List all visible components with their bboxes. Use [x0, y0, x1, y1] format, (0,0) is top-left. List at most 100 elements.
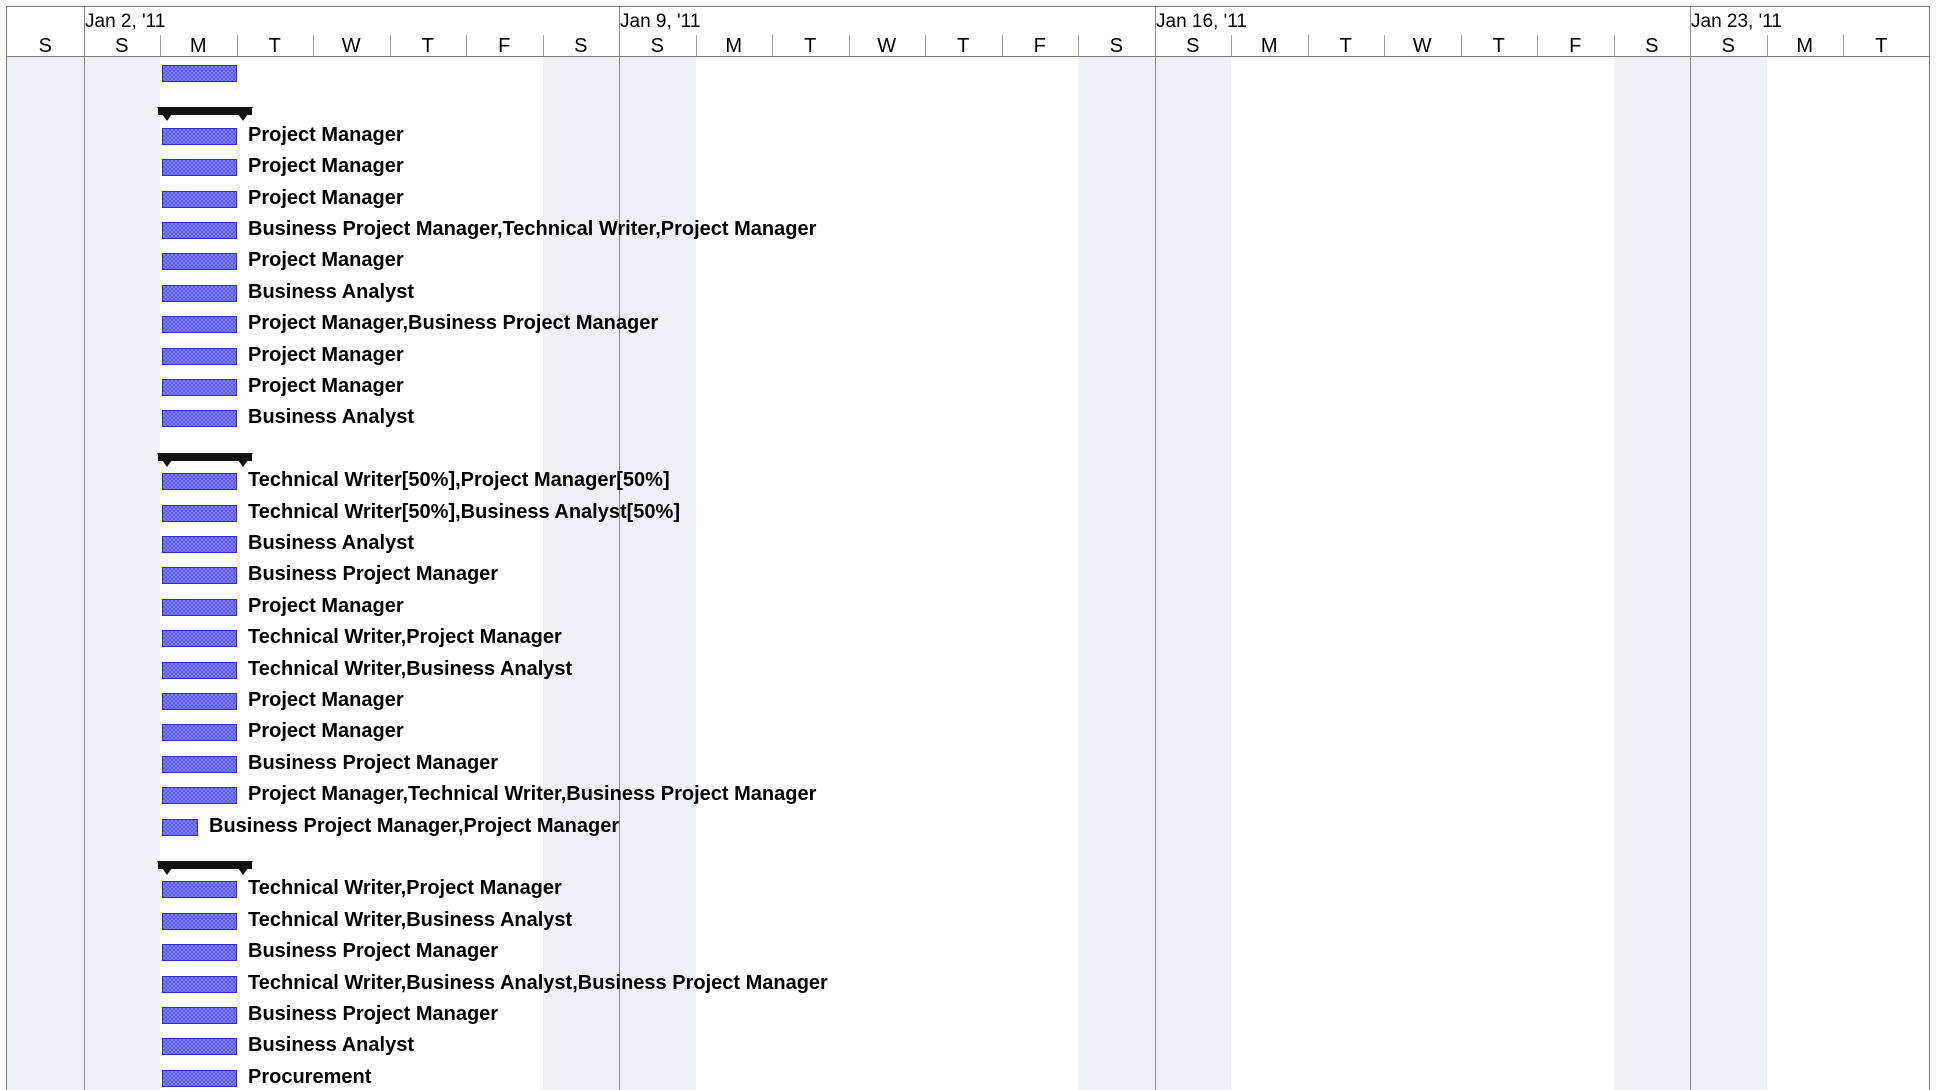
resource-label: Business Project Manager — [248, 751, 499, 774]
task-bar[interactable] — [162, 598, 237, 616]
task-bar[interactable] — [162, 504, 237, 522]
weekend-shading — [1078, 57, 1155, 1090]
task-bar[interactable] — [162, 473, 237, 491]
task-bar[interactable] — [162, 536, 237, 553]
task-bar[interactable] — [162, 818, 198, 836]
day-divider — [160, 35, 161, 57]
day-divider — [1537, 35, 1538, 57]
task-bar[interactable] — [162, 410, 237, 428]
day-label: M — [189, 35, 207, 57]
resource-label: Business Project Manager,Project Manager — [209, 814, 620, 837]
day-divider — [466, 35, 467, 57]
task-bar[interactable] — [162, 379, 237, 396]
resource-label: Business Analyst — [248, 532, 414, 554]
resource-label: Technical Writer,Business Analyst — [248, 657, 573, 680]
resource-label: Technical Writer,Project Manager — [248, 626, 562, 649]
weekend-shading — [83, 57, 160, 1090]
day-divider — [849, 35, 850, 57]
summary-bar-left-cap — [157, 452, 177, 467]
resource-label: Project Manager — [248, 123, 404, 146]
resource-label: Project Manager — [248, 343, 404, 366]
day-divider — [1002, 35, 1003, 57]
day-label: S — [115, 35, 129, 57]
task-bar[interactable] — [162, 1069, 237, 1087]
day-divider — [543, 35, 544, 57]
task-bar[interactable] — [162, 630, 237, 648]
weekend-shading — [542, 57, 619, 1090]
day-divider — [1384, 35, 1385, 57]
task-bar[interactable] — [162, 912, 237, 930]
summary-bar[interactable] — [157, 107, 253, 122]
day-divider — [1231, 35, 1232, 57]
day-divider — [1767, 35, 1768, 57]
task-bar[interactable] — [162, 127, 237, 145]
task-bar[interactable] — [162, 159, 237, 177]
week-divider — [1155, 6, 1156, 1090]
day-label: T — [1492, 35, 1505, 57]
day-label: T — [1875, 35, 1888, 57]
day-label: M — [1260, 35, 1278, 57]
task-bar[interactable] — [162, 190, 237, 208]
day-divider — [390, 35, 391, 57]
summary-bar-right-cap — [233, 107, 253, 122]
resource-label: Business Analyst — [248, 1034, 414, 1057]
task-bar[interactable] — [162, 661, 237, 679]
weekend-shading — [1154, 57, 1231, 1090]
task-bar[interactable] — [162, 65, 237, 82]
day-label: T — [268, 35, 281, 57]
day-label: W — [341, 35, 361, 57]
weekend-shading — [1690, 57, 1767, 1090]
resource-label: Project Manager — [248, 186, 404, 209]
task-bar[interactable] — [162, 316, 237, 334]
day-label: F — [1033, 35, 1046, 57]
summary-bar-left-cap — [157, 861, 177, 875]
weekend-shading — [1613, 57, 1690, 1090]
task-bar[interactable] — [162, 755, 237, 773]
day-divider — [772, 35, 773, 57]
summary-bar-right-cap — [233, 861, 253, 875]
resource-label: Business Project Manager — [248, 940, 499, 963]
task-bar[interactable] — [162, 567, 237, 585]
task-bar[interactable] — [162, 284, 237, 302]
day-divider — [1308, 35, 1309, 57]
task-bar[interactable] — [162, 1038, 237, 1056]
day-divider — [1843, 35, 1844, 57]
summary-bar[interactable] — [157, 452, 253, 467]
day-divider — [1614, 35, 1615, 57]
day-divider — [1078, 35, 1079, 57]
day-label: S — [650, 35, 664, 57]
week-label: Jan 2, '11 — [85, 11, 166, 32]
resource-label: Technical Writer[50%],Business Analyst[5… — [248, 500, 680, 523]
day-label: T — [957, 35, 970, 57]
task-bar[interactable] — [162, 787, 237, 805]
day-divider — [1461, 35, 1462, 57]
task-bar[interactable] — [162, 222, 237, 239]
resource-label: Technical Writer[50%],Project Manager[50… — [248, 469, 670, 492]
task-bar[interactable] — [162, 944, 237, 962]
task-bar[interactable] — [162, 975, 237, 993]
day-label: T — [1339, 35, 1352, 57]
task-bar[interactable] — [162, 693, 237, 710]
day-divider — [237, 35, 238, 57]
day-label: S — [1645, 35, 1659, 57]
task-bar[interactable] — [162, 347, 237, 365]
summary-bar[interactable] — [157, 861, 253, 875]
resource-label: Project Manager,Business Project Manager — [248, 312, 659, 335]
day-label: F — [1569, 35, 1582, 57]
week-divider — [619, 6, 620, 1090]
task-bar[interactable] — [162, 881, 237, 899]
day-divider — [925, 35, 926, 57]
gantt-chart: S S M T W T F S S M T W T F S S M T W T F S S M T Jan 2, '11 Jan 9… — [0, 0, 1936, 1090]
day-divider — [696, 35, 697, 57]
task-bar[interactable] — [162, 253, 237, 271]
resource-label: Project Manager — [248, 155, 404, 178]
day-label: M — [1796, 35, 1814, 57]
day-label: S — [38, 35, 52, 57]
day-divider — [313, 35, 314, 57]
task-bar[interactable] — [162, 724, 237, 742]
resource-label: Project Manager — [248, 689, 404, 711]
resource-label: Technical Writer,Business Analyst,Busine… — [248, 971, 828, 994]
task-bar[interactable] — [162, 1007, 237, 1024]
day-label: M — [725, 35, 743, 57]
week-label: Jan 9, '11 — [620, 11, 701, 32]
